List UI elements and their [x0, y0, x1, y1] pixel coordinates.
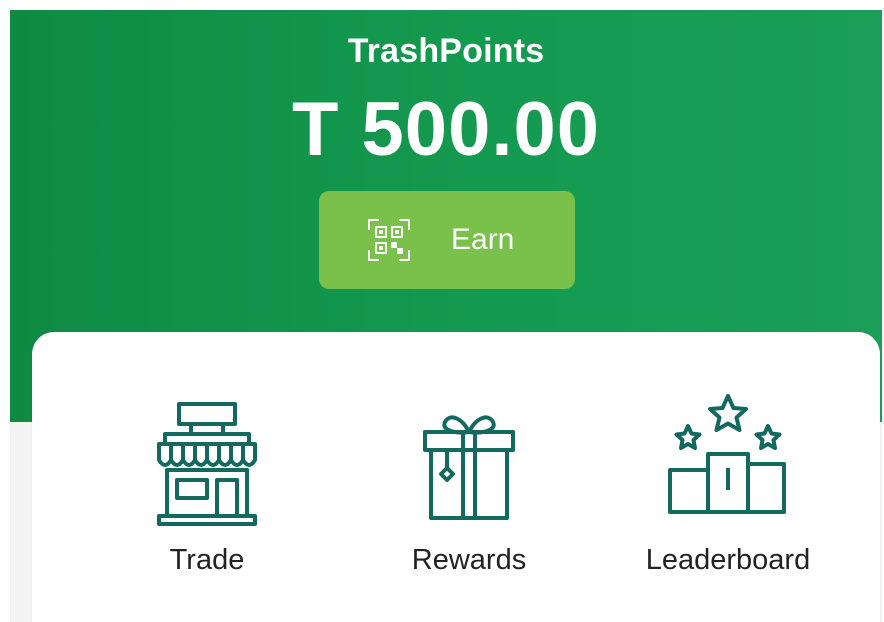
earn-button[interactable]: Earn [319, 191, 575, 289]
leaderboard-button[interactable]: Leaderboard [628, 332, 828, 622]
leaderboard-label: Leaderboard [645, 544, 811, 576]
trade-label: Trade [169, 544, 245, 576]
qr-scan-icon [368, 219, 410, 261]
rewards-button[interactable]: Rewards [369, 332, 569, 622]
points-balance: T 500.00 [292, 87, 600, 172]
actions-card: Trade Rewards Leaderboard [32, 332, 880, 622]
rewards-label: Rewards [411, 544, 527, 576]
storefront-icon [157, 402, 257, 526]
gift-box-icon [423, 415, 515, 520]
trade-button[interactable]: Trade [107, 332, 307, 622]
app-screen: TrashPoints T 500.00 Earn Trade Rewards … [10, 10, 882, 622]
earn-button-label: Earn [451, 223, 515, 256]
podium-stars-icon [668, 394, 786, 514]
page-title: TrashPoints [347, 32, 545, 70]
